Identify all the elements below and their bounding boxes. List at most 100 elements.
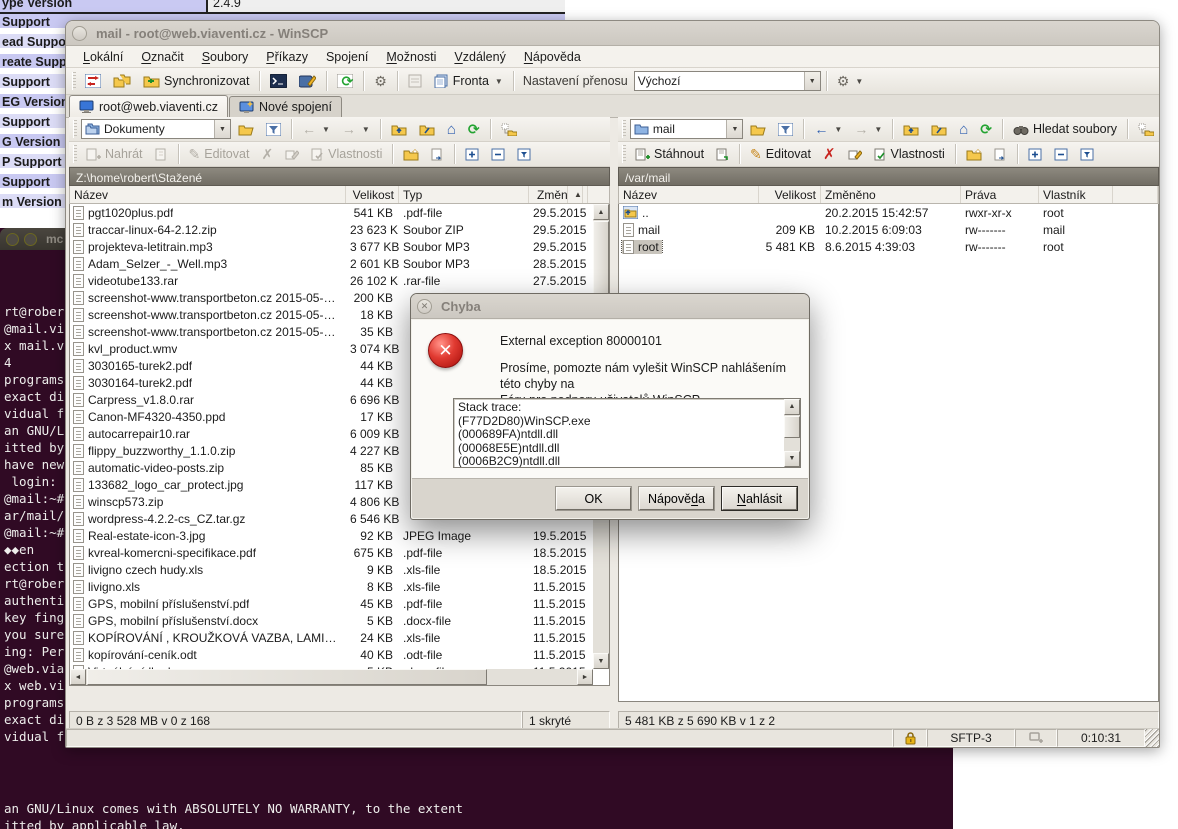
download-options-button[interactable] xyxy=(711,143,734,165)
report-button[interactable]: Nahlásit xyxy=(722,487,797,510)
select-filter-button[interactable] xyxy=(512,143,536,165)
edit-button[interactable]: ✎Editovat xyxy=(184,143,255,165)
file-row[interactable]: livigno czech hudy.xls 9 KB .xls-file 18… xyxy=(70,561,609,578)
session-tab-active[interactable]: root@web.viaventi.cz xyxy=(69,95,228,118)
toolbar-grip[interactable] xyxy=(73,120,77,138)
new-link-button[interactable] xyxy=(426,143,449,165)
parent-directory-button[interactable] xyxy=(898,118,924,140)
local-path-bar[interactable]: Z:\home\robert\Stažené xyxy=(69,167,610,186)
scroll-right-arrow[interactable]: ► xyxy=(577,669,593,685)
session-tab-new[interactable]: Nové spojení xyxy=(229,96,342,117)
file-row[interactable]: livigno.xls 8 KB .xls-file 11.5.2015 xyxy=(70,578,609,595)
refresh-panel-button[interactable]: ⟳ xyxy=(463,118,485,140)
select-add-button[interactable] xyxy=(460,143,484,165)
chevron-down-icon[interactable]: ▼ xyxy=(214,120,230,138)
forward-button[interactable]: →▼ xyxy=(337,118,375,140)
column-header-type[interactable]: Typ xyxy=(399,186,529,203)
toolbar-grip[interactable] xyxy=(72,72,76,90)
file-row[interactable]: GPS, mobilní příslušenství.pdf 45 KB .pd… xyxy=(70,595,609,612)
scroll-up-arrow[interactable]: ▲ xyxy=(784,399,800,415)
menu-item[interactable]: Příkazy xyxy=(257,47,317,67)
refresh-button[interactable]: ⟳ xyxy=(332,70,358,92)
scroll-left-arrow[interactable]: ◄ xyxy=(70,669,86,685)
download-button[interactable]: Stáhnout xyxy=(630,143,709,165)
home-button[interactable]: ⌂ xyxy=(442,118,461,140)
close-icon[interactable]: ✕ xyxy=(417,299,432,314)
horizontal-scrollbar[interactable]: ◄ ► xyxy=(70,669,593,685)
root-directory-button[interactable] xyxy=(414,118,440,140)
stack-scrollbar[interactable]: ▲ ▼ xyxy=(784,399,800,467)
stack-trace-box[interactable]: Stack trace:(F77D2D80)WinSCP.exe(000689F… xyxy=(453,398,801,468)
preferences-button[interactable]: ⚙ xyxy=(369,70,392,92)
rename-button[interactable] xyxy=(280,143,304,165)
select-add-button[interactable] xyxy=(1023,143,1047,165)
error-dialog-titlebar[interactable]: ✕ Chyba xyxy=(411,294,809,319)
remote-dir-combo[interactable]: mail ▼ xyxy=(630,119,744,139)
console-button[interactable] xyxy=(265,70,292,92)
menu-item[interactable]: Vzdálený xyxy=(445,47,514,67)
menu-item[interactable]: Nápověda xyxy=(515,47,590,67)
sync-folders-button[interactable] xyxy=(108,70,136,92)
refresh-panel-button[interactable]: ⟳ xyxy=(975,118,997,140)
file-row[interactable]: root 5 481 KB 8.6.2015 4:39:03 rw-------… xyxy=(619,238,1158,255)
new-folder-button[interactable] xyxy=(961,143,987,165)
protocol-indicator[interactable]: SFTP-3 xyxy=(927,729,1015,747)
scroll-down-arrow[interactable]: ▼ xyxy=(784,451,800,467)
menu-item[interactable]: Spojení xyxy=(317,47,377,67)
transfer-options-button[interactable]: ⚙▼ xyxy=(832,70,868,92)
rename-button[interactable] xyxy=(843,143,867,165)
parent-directory-button[interactable] xyxy=(386,118,412,140)
scroll-down-arrow[interactable]: ▼ xyxy=(593,653,609,669)
select-remove-button[interactable] xyxy=(486,143,510,165)
upload-button[interactable]: Nahrát xyxy=(81,143,148,165)
file-row[interactable]: mail 209 KB 10.2.2015 6:09:03 rw------- … xyxy=(619,221,1158,238)
file-row[interactable]: kopírování-ceník.odt 40 KB .odt-file 11.… xyxy=(70,646,609,663)
scrollbar-thumb[interactable] xyxy=(87,669,487,685)
file-row[interactable]: projekteva-letitrain.mp3 3 677 KB Soubor… xyxy=(70,238,609,255)
properties-button[interactable]: Vlastnosti xyxy=(306,143,387,165)
console-edit-button[interactable] xyxy=(294,70,321,92)
sync-grid-button[interactable] xyxy=(80,70,106,92)
tree-toggle-button[interactable] xyxy=(1133,118,1159,140)
file-row[interactable]: .. 20.2.2015 15:42:57 rwxr-xr-x root xyxy=(619,204,1158,221)
help-button[interactable]: Nápověda xyxy=(639,487,714,510)
edit-button[interactable]: ✎Editovat xyxy=(745,143,816,165)
column-header-owner[interactable]: Vlastník xyxy=(1039,186,1113,203)
column-header-rights[interactable]: Práva xyxy=(961,186,1039,203)
filter-button[interactable] xyxy=(261,118,286,140)
file-row[interactable]: Adam_Selzer_-_Well.mp3 2 601 KB Soubor M… xyxy=(70,255,609,272)
delete-button[interactable]: ✗ xyxy=(818,143,841,165)
column-header-changed[interactable]: Změněno▲ xyxy=(529,186,588,203)
menu-item[interactable]: Lokální xyxy=(74,47,132,67)
mc-minimize-button[interactable] xyxy=(24,233,37,246)
menu-item[interactable]: Soubory xyxy=(193,47,258,67)
remote-path-bar[interactable]: /var/mail xyxy=(618,167,1159,186)
find-files-button[interactable]: Hledat soubory xyxy=(1008,118,1122,140)
file-row[interactable]: pgt1020plus.pdf 541 KB .pdf-file 29.5.20… xyxy=(70,204,609,221)
delete-button[interactable]: ✗ xyxy=(256,143,278,165)
file-row[interactable]: KOPÍROVÁNÍ , KROUŽKOVÁ VAZBA, LAMINOVÁ..… xyxy=(70,629,609,646)
file-row[interactable]: Real-estate-icon-3.jpg 92 KB JPEG Image … xyxy=(70,527,609,544)
transfer-settings-combo[interactable]: Výchozí ▼ xyxy=(634,71,821,91)
column-header-size[interactable]: Velikost xyxy=(759,186,821,203)
scroll-up-arrow[interactable]: ▲ xyxy=(593,204,609,220)
home-button[interactable]: ⌂ xyxy=(954,118,973,140)
file-row[interactable]: kvreal-komercni-specifikace.pdf 675 KB .… xyxy=(70,544,609,561)
root-directory-button[interactable] xyxy=(926,118,952,140)
new-link-button[interactable] xyxy=(989,143,1012,165)
new-folder-button[interactable] xyxy=(398,143,424,165)
open-directory-button[interactable] xyxy=(745,118,771,140)
transfer-checklist-button[interactable] xyxy=(403,70,427,92)
properties-button[interactable]: Vlastnosti xyxy=(869,143,950,165)
ok-button[interactable]: OK xyxy=(556,487,631,510)
mc-close-button[interactable] xyxy=(6,233,19,246)
menu-item[interactable]: Označit xyxy=(132,47,192,67)
chevron-down-icon[interactable]: ▼ xyxy=(804,72,820,90)
forward-button[interactable]: →▼ xyxy=(849,118,887,140)
local-drive-combo[interactable]: Dokumenty ▼ xyxy=(81,119,231,139)
column-header-name[interactable]: Název xyxy=(70,186,346,203)
queue-button[interactable]: Fronta ▼ xyxy=(429,70,508,92)
menu-item[interactable]: Možnosti xyxy=(377,47,445,67)
file-row[interactable]: GPS, mobilní příslušenství.docx 5 KB .do… xyxy=(70,612,609,629)
file-row[interactable]: traccar-linux-64-2.12.zip 23 623 KB Soub… xyxy=(70,221,609,238)
